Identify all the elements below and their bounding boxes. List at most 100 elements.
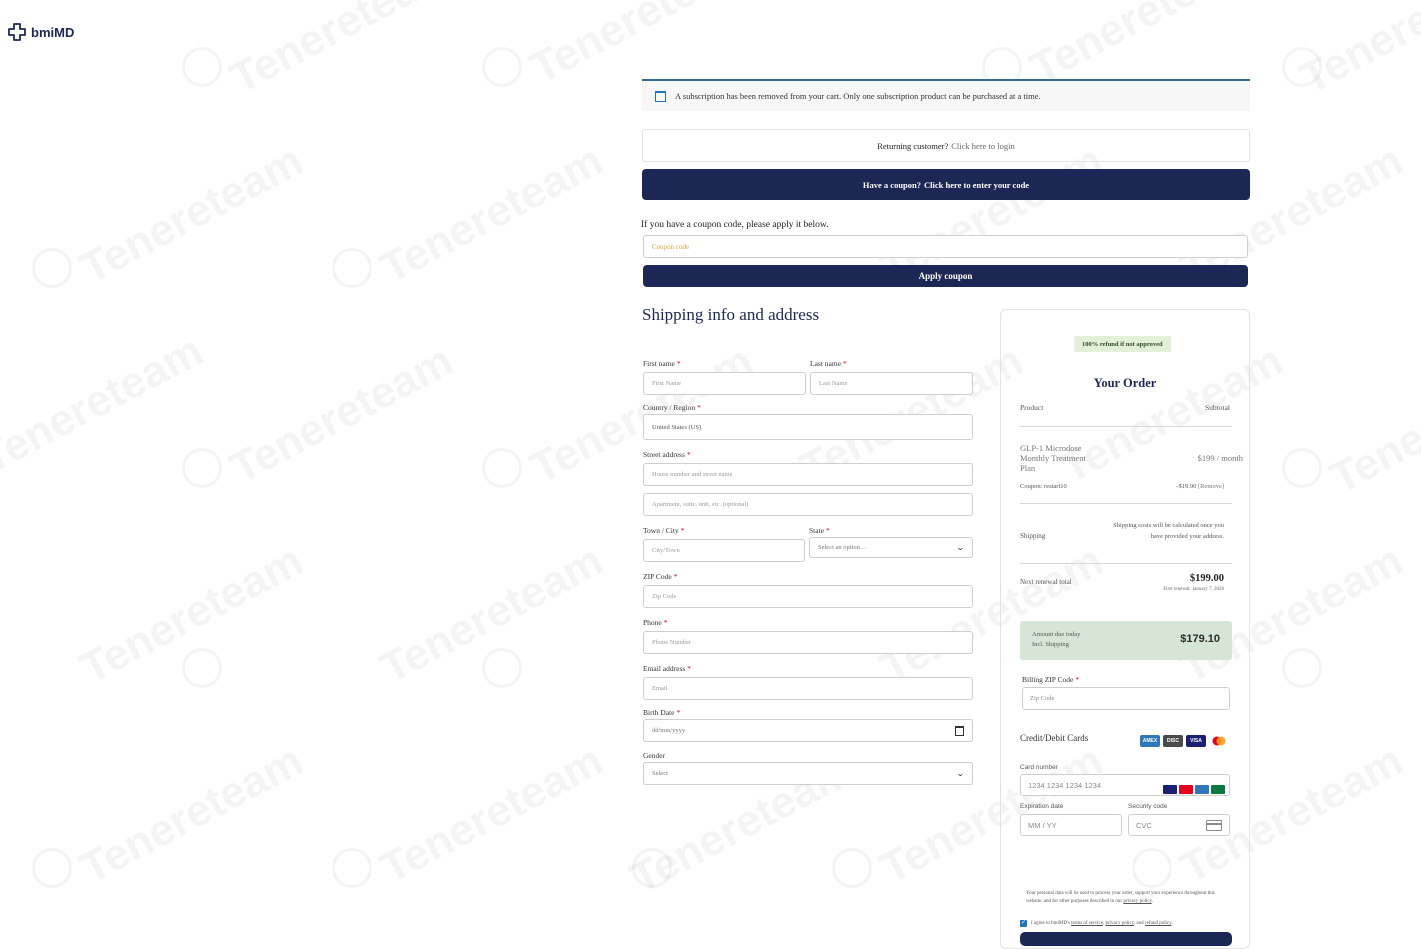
amex-card-icon (1195, 784, 1209, 794)
watermark-seal-icon (832, 848, 872, 888)
order-summary-card: 100% refund if not approved Your Order P… (1000, 309, 1250, 949)
privacy-policy-link[interactable]: privacy policy (1123, 899, 1151, 904)
first-name-input[interactable] (643, 372, 806, 395)
gender-value: Select (652, 770, 668, 777)
watermark-seal-icon (182, 47, 222, 87)
watermark-seal-icon (482, 448, 522, 488)
watermark-seal-icon (482, 648, 522, 688)
birth-date-label: Birth Date * (643, 708, 681, 717)
amount-due-box: Amount due today Incl. Shipping $179.10 (1020, 621, 1232, 660)
discover-card-icon: DISC (1163, 735, 1183, 748)
street-label: Street address * (643, 450, 691, 459)
jcb-card-icon (1211, 784, 1225, 794)
watermark-text: Tenereteam (1293, 0, 1421, 104)
renewal-label: Next renewal total (1020, 578, 1072, 586)
coupon-toggle-bar[interactable]: Have a coupon? Click here to enter your … (642, 169, 1250, 200)
divider (1020, 503, 1232, 504)
town-input[interactable] (643, 539, 805, 562)
birth-date-placeholder: dd/mm/yyyy (652, 727, 686, 734)
watermark-text: Tenereteam (1323, 346, 1421, 505)
cart-notice: A subscription has been removed from you… (642, 79, 1250, 111)
visa-card-icon: VISA (1186, 735, 1206, 748)
cvc-card-icon (1206, 820, 1222, 831)
watermark-text: Tenereteam (223, 336, 462, 495)
birth-date-input[interactable]: dd/mm/yyyy (643, 719, 973, 742)
shipping-cost-note: Shipping costs will be calculated once y… (1113, 522, 1224, 540)
coupon-bar-text: Have a coupon? (862, 179, 922, 190)
state-select[interactable]: Select an option… ⌄ (809, 537, 973, 558)
renewal-date: First renewal: January 7, 2026 (1163, 587, 1224, 592)
brand-logo[interactable]: bmiMD (7, 22, 74, 42)
watermark-seal-icon (482, 47, 522, 87)
renewal-amount: $199.00 (1189, 573, 1224, 584)
apply-coupon-button[interactable]: Apply coupon (643, 265, 1248, 287)
privacy-notice: Your personal data will be used to proce… (1026, 891, 1215, 904)
calendar-icon (655, 90, 666, 102)
chevron-down-icon: ⌄ (956, 543, 966, 552)
state-value: Select an option… (818, 544, 867, 551)
watermark-seal-icon (32, 848, 72, 888)
refund-badge: 100% refund if not approved (1074, 336, 1171, 352)
security-code-label: Security code (1128, 803, 1168, 810)
watermark-seal-icon (182, 648, 222, 688)
watermark-seal-icon (1282, 648, 1322, 688)
returning-prompt: Returning customer? (877, 140, 949, 151)
watermark-text: Tenereteam (373, 736, 612, 895)
login-link[interactable]: Click here to login (951, 141, 1015, 151)
watermark-text: Tenereteam (373, 136, 612, 295)
watermark-seal-icon (332, 848, 372, 888)
last-name-label: Last name * (810, 359, 847, 368)
subtotal-column-header: Subtotal (1204, 403, 1230, 412)
chevron-down-icon: ⌄ (956, 769, 966, 778)
coupon-intro: If you have a coupon code, please apply … (641, 220, 829, 230)
coupon-applied-label: Coupon: restart10 (1020, 483, 1067, 490)
amount-due-label: Amount due today Incl. Shipping (1032, 631, 1081, 648)
country-select[interactable]: United States (US) (643, 414, 973, 440)
gender-label: Gender (643, 751, 666, 760)
mastercard-icon (1209, 735, 1229, 748)
first-name-label: First name * (643, 359, 681, 368)
billing-zip-input[interactable] (1022, 687, 1230, 710)
phone-input[interactable] (643, 631, 973, 654)
coupon-code-input[interactable] (643, 235, 1248, 258)
zip-input[interactable] (643, 585, 973, 608)
watermark-text: Tenereteam (73, 736, 312, 895)
brand-name: bmiMD (31, 24, 75, 40)
privacy-link[interactable]: privacy policy (1106, 921, 1134, 926)
terms-checkbox[interactable]: ✓ (1020, 920, 1027, 927)
mastercard-icon (1179, 784, 1193, 794)
last-name-input[interactable] (810, 372, 973, 395)
watermark-seal-icon (632, 848, 672, 888)
order-title: Your Order (1093, 376, 1157, 390)
coupon-discount: -$19.90 [Remove] (1176, 483, 1224, 490)
street-address-input[interactable] (643, 463, 973, 486)
watermark-seal-icon (1282, 448, 1322, 488)
gender-select[interactable]: Select ⌄ (643, 762, 973, 785)
town-label: Town / City * (643, 526, 685, 535)
shipping-row-label: Shipping (1020, 532, 1046, 540)
order-item-price: $199 / month (1197, 453, 1243, 463)
amex-card-icon: AMEX (1140, 735, 1160, 748)
calendar-icon[interactable] (955, 725, 964, 736)
order-item-name: GLP-1 Microdose Monthly Treatment Plan (1020, 443, 1086, 473)
expiration-label: Expiration date (1020, 803, 1064, 810)
card-number-brands (1161, 780, 1225, 798)
phone-label: Phone * (643, 618, 668, 627)
watermark-seal-icon (332, 248, 372, 288)
apartment-input[interactable] (643, 493, 973, 516)
notice-text: A subscription has been removed from you… (675, 91, 1041, 101)
coupon-bar-link[interactable]: Click here to enter your code (924, 180, 1029, 190)
terms-agreement: ✓ I agree to bmiMD's terms of service, p… (1020, 920, 1173, 927)
place-order-button[interactable] (1020, 932, 1232, 946)
watermark-seal-icon (1282, 47, 1322, 87)
divider (1020, 426, 1232, 427)
email-input[interactable] (643, 677, 973, 700)
refund-link[interactable]: refund policy (1145, 921, 1171, 926)
card-number-label: Card number (1020, 764, 1058, 771)
terms-link[interactable]: terms of service (1071, 921, 1103, 926)
expiration-input[interactable] (1020, 814, 1122, 836)
remove-coupon-link[interactable]: [Remove] (1198, 483, 1224, 490)
security-code-field[interactable] (1128, 814, 1230, 836)
zip-label: ZIP Code * (643, 572, 678, 581)
state-label: State * (809, 526, 830, 535)
